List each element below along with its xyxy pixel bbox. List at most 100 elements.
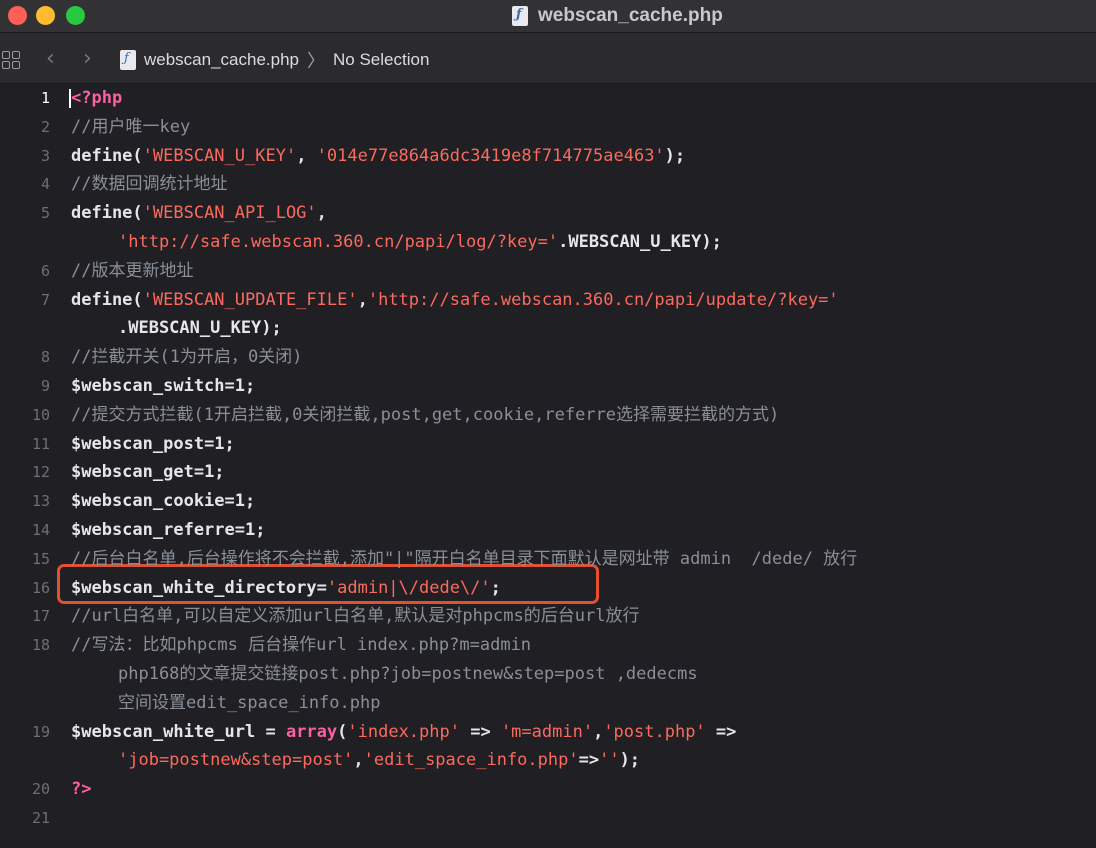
code-line-16[interactable]: 16 $webscan_white_directory='admin|\/dede…	[0, 574, 1096, 602]
code-line-21[interactable]: 21	[0, 804, 1096, 832]
code-token: =	[316, 577, 327, 598]
code-line-continuation[interactable]: php168的文章提交链接post.php?job=postnew&step=p…	[0, 660, 1096, 688]
code-token: $webscan_get	[71, 462, 194, 483]
code-token: =1;	[224, 376, 256, 396]
line-number: 6	[40, 261, 50, 280]
code-line-8[interactable]: 8 //拦截开关(1为开启，0关闭)	[0, 343, 1096, 371]
code-token: '014e77e864a6dc3419e8f714775ae463'	[316, 145, 665, 166]
line-code: //后台白名单,后台操作将不会拦截,添加"|"隔开白名单目录下面默认是网址带 a…	[71, 545, 857, 573]
code-token: //后台白名单,后台操作将不会拦截,添加"|"隔开白名单目录下面默认是网址带 a…	[71, 548, 858, 569]
code-line-4[interactable]: 4 //数据回调统计地址	[0, 170, 1096, 198]
line-number: 1	[40, 89, 50, 107]
code-line-5[interactable]: 5 define('WEBSCAN_API_LOG',	[0, 199, 1096, 227]
code-line-3[interactable]: 3 define('WEBSCAN_U_KEY', '014e77e864a6dc…	[0, 142, 1096, 170]
code-line-15[interactable]: 15 //后台白名单,后台操作将不会拦截,添加"|"隔开白名单目录下面默认是网址带…	[0, 545, 1096, 573]
code-token: =1;	[234, 520, 266, 540]
line-code: 'http://safe.webscan.360.cn/papi/log/?ke…	[118, 228, 722, 256]
line-number: 10	[31, 405, 50, 424]
code-token: define(	[71, 203, 143, 224]
code-line-10[interactable]: 10 //提交方式拦截(1开启拦截,0关闭拦截,post,get,cookie,r…	[0, 401, 1096, 429]
code-token: 'WEBSCAN_UPDATE_FILE'	[142, 289, 358, 310]
code-line-7[interactable]: 7 define('WEBSCAN_UPDATE_FILE','http://sa…	[0, 286, 1096, 314]
code-token: =>	[578, 750, 600, 771]
code-line-6[interactable]: 6 //版本更新地址	[0, 257, 1096, 285]
minimize-window-button[interactable]	[36, 6, 55, 25]
chevron-right-icon[interactable]: ›	[83, 47, 92, 71]
line-code: //写法：比如phpcms 后台操作url index.php?m=admin	[71, 631, 531, 659]
code-token: =1;	[204, 433, 235, 454]
line-code: //拦截开关(1为开启，0关闭)	[71, 343, 302, 371]
code-token: $webscan_referre	[71, 520, 235, 540]
chevron-left-icon[interactable]: ‹	[46, 47, 55, 71]
code-line-19[interactable]: 19 $webscan_white_url = array('index.php'…	[0, 718, 1096, 746]
code-token: define(	[71, 145, 143, 166]
code-token: ,	[296, 145, 317, 166]
line-code: $webscan_white_directory='admin|\/dede\/…	[71, 574, 501, 602]
line-code: //用户唯一key	[71, 113, 190, 141]
code-token: php168的文章提交链接post.php?job=postnew&step=p…	[118, 664, 698, 684]
zoom-window-button[interactable]	[66, 6, 85, 25]
code-token: =>	[459, 721, 501, 742]
line-code: 'job=postnew&step=post','edit_space_info…	[118, 746, 640, 774]
code-line-18[interactable]: 18 //写法：比如phpcms 后台操作url index.php?m=admi…	[0, 631, 1096, 659]
line-number: 8	[40, 348, 50, 367]
code-line-20[interactable]: 20 ?>	[0, 775, 1096, 803]
code-token: .WEBSCAN_U_KEY);	[118, 318, 282, 339]
grid-icon[interactable]	[2, 51, 20, 69]
code-line-continuation[interactable]: 空间设置edit_space_info.php	[0, 689, 1096, 717]
code-token: 'job=postnew&step=post'	[118, 750, 354, 771]
line-code: 空间设置edit_space_info.php	[118, 689, 380, 717]
line-code: define('WEBSCAN_U_KEY', '014e77e864a6dc3…	[71, 142, 685, 170]
code-token: =	[255, 721, 286, 742]
code-token: ''	[599, 750, 620, 771]
code-token: ;	[490, 577, 501, 598]
line-number: 16	[31, 578, 50, 597]
code-line-1[interactable]: 1 <?php	[0, 84, 1096, 112]
code-token: =1;	[193, 462, 225, 483]
line-number: 3	[40, 146, 50, 165]
line-number: 17	[31, 607, 50, 626]
code-token: define(	[71, 289, 143, 310]
breadcrumb-separator-icon: 〉	[307, 51, 326, 71]
php-file-icon	[120, 50, 136, 70]
code-line-11[interactable]: 11 $webscan_post=1;	[0, 430, 1096, 458]
code-token: 'index.php'	[347, 721, 460, 742]
editor-scrollbar[interactable]	[1088, 84, 1096, 848]
line-number: 12	[31, 463, 50, 482]
code-token: $webscan_white_directory	[71, 577, 317, 598]
code-line-2[interactable]: 2 //用户唯一key	[0, 113, 1096, 141]
breadcrumb-selection[interactable]: No Selection	[333, 50, 429, 70]
code-line-continuation[interactable]: .WEBSCAN_U_KEY);	[0, 314, 1096, 342]
line-code: //数据回调统计地址	[71, 170, 227, 198]
code-token: //用户唯一key	[71, 116, 191, 137]
code-line-17[interactable]: 17 //url白名单,可以自定义添加url白名单,默认是对phpcms的后台ur…	[0, 602, 1096, 630]
code-token: 'http://safe.webscan.360.cn/papi/update/…	[367, 289, 839, 310]
code-line-14[interactable]: 14 $webscan_referre=1;	[0, 516, 1096, 544]
line-number: 13	[31, 492, 50, 511]
code-token: ,	[357, 289, 368, 310]
code-token: ?>	[71, 779, 92, 800]
code-line-9[interactable]: 9 $webscan_switch=1;	[0, 372, 1096, 400]
code-token: 'post.php'	[603, 721, 706, 742]
line-code: //url白名单,可以自定义添加url白名单,默认是对phpcms的后台url放…	[71, 602, 639, 630]
line-number: 9	[40, 377, 50, 395]
line-code: $webscan_white_url = array('index.php' =…	[71, 718, 736, 746]
code-line-12[interactable]: 12 $webscan_get=1;	[0, 458, 1096, 486]
line-code: $webscan_switch=1;	[71, 372, 255, 400]
code-token: 'edit_space_info.php'	[363, 750, 579, 771]
code-token: );	[619, 750, 641, 771]
code-token: 'WEBSCAN_API_LOG'	[142, 203, 317, 224]
line-number: 18	[31, 636, 50, 655]
code-token: (	[337, 721, 348, 742]
code-token: =>	[705, 721, 737, 742]
code-token: ,	[593, 721, 604, 742]
line-number: 5	[40, 204, 50, 223]
breadcrumb-file[interactable]: webscan_cache.php	[144, 50, 299, 70]
code-line-continuation[interactable]: 'http://safe.webscan.360.cn/papi/log/?ke…	[0, 228, 1096, 256]
code-token: =1;	[224, 491, 256, 512]
close-window-button[interactable]	[8, 6, 27, 25]
code-line-continuation[interactable]: 'job=postnew&step=post','edit_space_info…	[0, 746, 1096, 774]
code-editor[interactable]: 1 <?php 2//用户唯一key 3 define('WEBSCAN_U_KEY',…	[0, 84, 1096, 848]
line-number: 7	[40, 290, 50, 309]
code-line-13[interactable]: 13 $webscan_cookie=1;	[0, 487, 1096, 515]
